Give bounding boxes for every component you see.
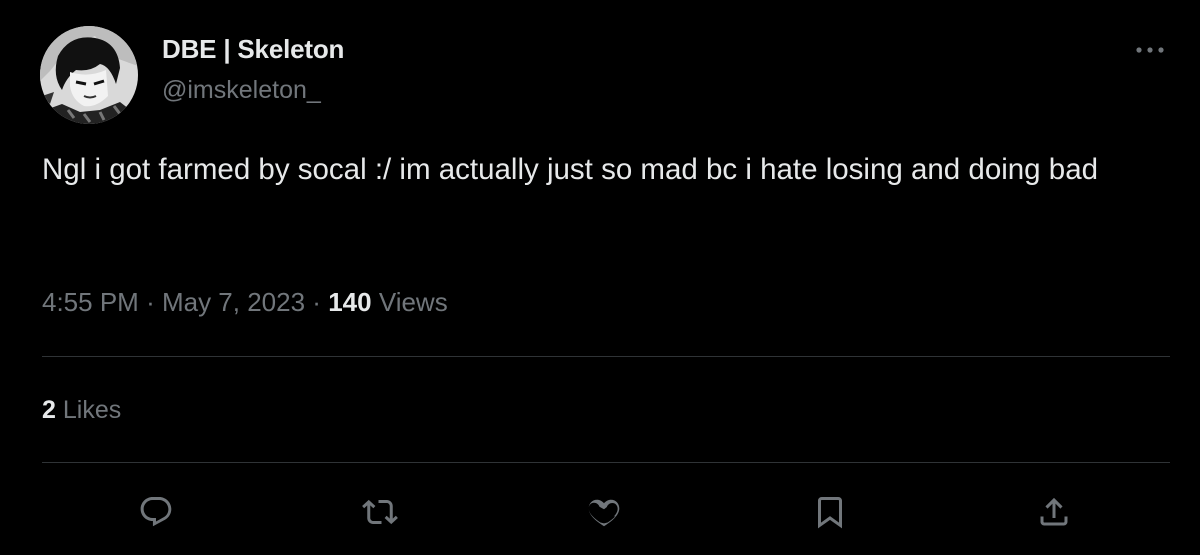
retweet-button[interactable] (360, 492, 400, 532)
tweet-meta: 4:55 PM · May 7, 2023 · 140 Views (42, 287, 448, 318)
more-horizontal-icon (1136, 47, 1164, 53)
likes-link[interactable]: 2 Likes (42, 396, 121, 425)
likes-count: 2 (42, 396, 56, 424)
tweet-detail: DBE | Skeleton @imskeleton_ Ngl i got fa… (0, 0, 1200, 555)
bookmark-icon (818, 497, 842, 529)
tweet-text: Ngl i got farmed by socal :/ im actually… (42, 153, 1099, 186)
divider (42, 462, 1170, 463)
divider (42, 356, 1170, 357)
likes-label: Likes (62, 396, 122, 424)
views-label: Views (378, 287, 448, 317)
tweet-date[interactable]: May 7, 2023 (162, 287, 305, 317)
avatar[interactable] (40, 26, 138, 124)
display-name[interactable]: DBE | Skeleton (162, 34, 344, 65)
views-count: 140 (328, 287, 372, 317)
tweet-time[interactable]: 4:55 PM (42, 287, 139, 317)
more-options-button[interactable] (1132, 38, 1168, 62)
heart-icon (588, 499, 620, 527)
avatar-image (40, 26, 138, 124)
meta-separator: · (312, 287, 321, 317)
reply-icon (140, 497, 172, 527)
bookmark-button[interactable] (810, 492, 850, 532)
share-button[interactable] (1034, 492, 1074, 532)
retweet-icon (362, 499, 398, 525)
reply-button[interactable] (136, 492, 176, 532)
meta-separator: · (146, 287, 155, 317)
share-icon (1040, 497, 1068, 526)
username-handle[interactable]: @imskeleton_ (162, 76, 321, 105)
like-button[interactable] (584, 492, 624, 532)
